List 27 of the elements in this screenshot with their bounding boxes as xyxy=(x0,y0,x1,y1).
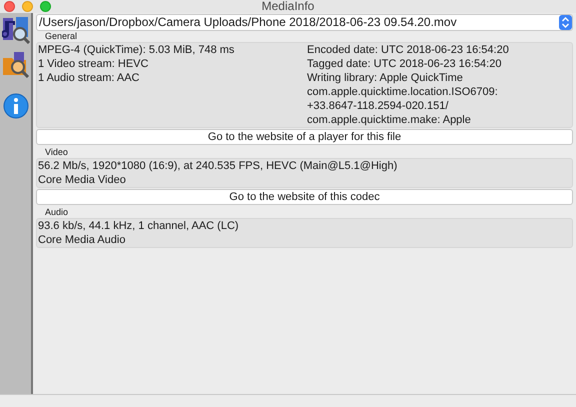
section-label: General xyxy=(45,32,78,41)
zoom-button[interactable] xyxy=(40,1,51,12)
website-button[interactable]: Go to the website of this codec xyxy=(36,189,573,205)
info-line: 1 Video stream: HEVC xyxy=(38,57,148,71)
info-line: Encoded date: UTC 2018-06-23 16:54:20 xyxy=(307,43,509,57)
info-line: com.apple.quicktime.make: Apple xyxy=(307,113,471,127)
info-line: com.apple.quicktime.location.ISO6709: xyxy=(307,85,498,99)
file-path: /Users/jason/Dropbox/Camera Uploads/Phone 2018/2018-06-23 09.54.20.mov xyxy=(39,15,458,30)
info-line: 56.2 Mb/s, 1920*1080 (16:9), at 240.535 FPS, HEVC (Main@L5.1@High) xyxy=(38,159,398,173)
info-line: 93.6 kb/s, 44.1 kHz, 1 channel, AAC (LC) xyxy=(38,219,239,233)
info-line: Tagged date: UTC 2018-06-23 16:54:20 xyxy=(307,57,502,71)
info-icon[interactable] xyxy=(2,92,30,120)
info-line: Core Media Video xyxy=(38,173,126,187)
info-line: 1 Audio stream: AAC xyxy=(38,71,140,85)
music-search-icon[interactable] xyxy=(2,16,30,44)
info-line: Writing library: Apple QuickTime xyxy=(307,71,463,85)
info-line: +33.8647-118.2594-020.151/ xyxy=(307,99,448,113)
website-button[interactable]: Go to the website of a player for this file xyxy=(36,129,573,145)
info-line: Core Media Audio xyxy=(38,233,126,247)
file-path-dropdown[interactable]: /Users/jason/Dropbox/Camera Uploads/Phone 2018/2018-06-23 09.54.20.mov xyxy=(36,14,573,31)
close-button[interactable] xyxy=(4,1,15,12)
info-line: MPEG-4 (QuickTime): 5.03 MiB, 748 ms xyxy=(38,43,234,57)
section-label: Video xyxy=(45,148,69,157)
section-label: Audio xyxy=(45,208,70,217)
dropdown-arrows-icon xyxy=(559,15,572,30)
folder-search-icon[interactable] xyxy=(2,50,30,78)
window-title: MediaInfo xyxy=(262,0,314,13)
